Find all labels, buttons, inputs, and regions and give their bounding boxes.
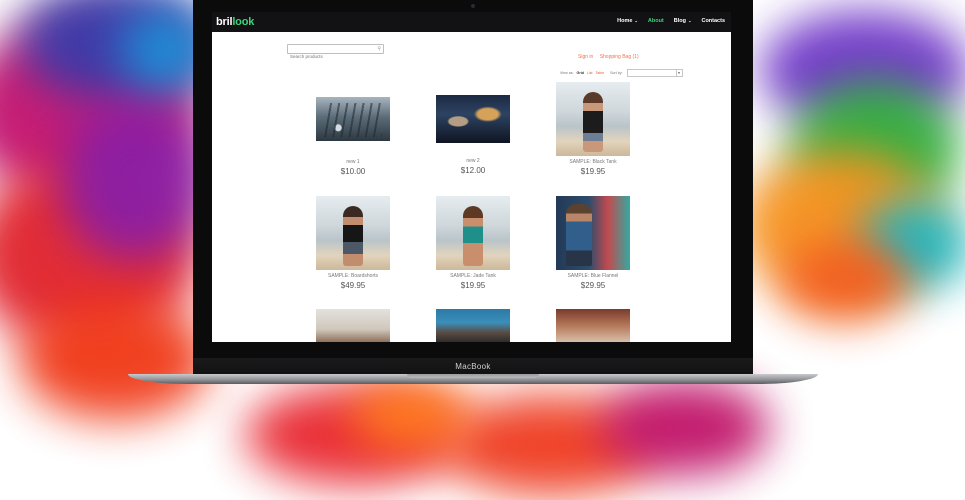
search-icon[interactable]: ⚲ [377,45,381,53]
product-card[interactable] [435,309,511,342]
nav-item-blog[interactable]: Blog ⌄ [674,18,692,24]
search-box: ⚲ [287,44,384,61]
nav-item-label: Blog [673,18,686,24]
site-logo[interactable]: brillook [216,16,254,28]
product-card[interactable] [555,309,631,342]
sort-select[interactable]: ▼ [626,69,683,77]
product-name[interactable]: new 2 [435,158,511,164]
product-image[interactable] [556,309,630,342]
product-card[interactable]: SAMPLE: Blue Flannel $29.95 [555,196,631,290]
product-card[interactable]: new 2 $12.00 [435,76,511,175]
product-name[interactable]: SAMPLE: Blue Flannel [555,273,631,279]
logo-text-part1: bril [216,16,233,28]
product-name[interactable]: SAMPLE: Jade Tank [435,273,511,279]
dropdown-arrow-icon: ▼ [675,70,681,76]
account-links: Sign in Shopping Bag (1) [578,54,644,60]
product-price: $12.00 [460,166,486,175]
product-card[interactable]: SAMPLE: Jade Tank $19.95 [435,196,511,290]
chevron-down-icon: ⌄ [687,18,692,23]
site-header: brillook Home ⌄ About Blog ⌄ Contacts [212,12,731,32]
product-price: $49.95 [340,281,366,290]
product-card[interactable] [315,309,391,342]
view-grid-button[interactable]: Grid [577,71,584,75]
product-price: $19.95 [460,281,486,290]
nav-item-label: Contacts [701,18,725,24]
nav-item-label: Home [617,18,633,24]
nav-item-contacts[interactable]: Contacts [701,18,725,24]
sign-in-link[interactable]: Sign in [578,54,593,60]
product-card[interactable]: new 1 $10.00 [315,76,391,176]
shopping-bag-link[interactable]: Shopping Bag (1) [600,54,639,60]
laptop-notch [407,374,539,378]
logo-text-part2: look [232,16,255,28]
sort-label: Sort by: [610,71,623,75]
product-name[interactable]: SAMPLE: Boardshorts [315,273,391,279]
nav-item-label: About [647,18,664,24]
product-price: $19.95 [580,167,606,176]
chevron-down-icon: ⌄ [633,18,638,23]
camera-icon [471,4,475,8]
product-image[interactable] [556,82,630,156]
main-nav: Home ⌄ About Blog ⌄ Contacts [617,18,725,24]
view-label: View as: [560,71,574,75]
nav-item-about[interactable]: About [648,18,664,24]
product-image[interactable] [556,196,630,270]
product-image[interactable] [316,196,390,270]
product-card[interactable]: SAMPLE: Boardshorts $49.95 [315,196,391,290]
product-image[interactable] [436,309,510,342]
product-name[interactable]: SAMPLE: Black Tank [555,159,631,165]
view-controls: View as: Grid List Table Sort by: ▼ [560,69,683,77]
shop-page: ⚲ Sign in Shopping Bag (1) View as: Grid… [212,32,731,342]
product-image[interactable] [316,97,390,141]
product-image[interactable] [436,196,510,270]
product-price: $29.95 [580,281,606,290]
product-card[interactable]: SAMPLE: Black Tank $19.95 [555,82,631,176]
nav-item-home[interactable]: Home ⌄ [617,18,638,24]
search-input[interactable] [288,52,370,61]
product-image[interactable] [436,95,510,143]
view-list-button[interactable]: List [587,71,593,75]
product-image[interactable] [316,309,390,342]
product-name[interactable]: new 1 [315,159,391,165]
view-table-button[interactable]: Table [596,71,605,75]
product-price: $10.00 [340,167,366,176]
